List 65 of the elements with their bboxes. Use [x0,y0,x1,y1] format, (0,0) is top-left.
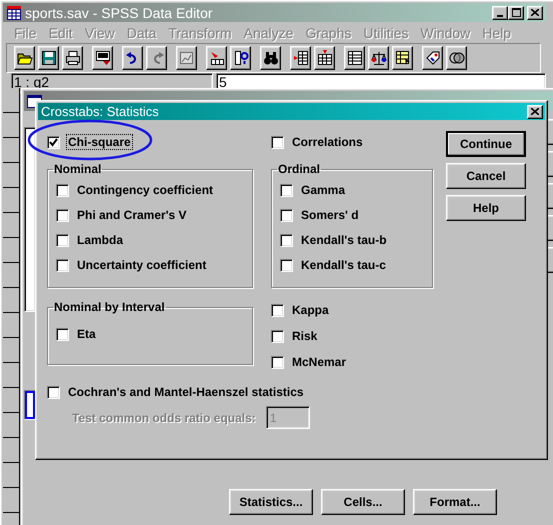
open-folder-icon[interactable] [14,46,35,70]
maximize-button[interactable] [508,6,524,20]
monitor-icon[interactable] [92,46,113,70]
field-label: Test common odds ratio equals: [72,410,256,424]
binoculars-icon[interactable] [260,46,281,70]
checkbox[interactable] [280,258,293,272]
checkbox[interactable] [271,356,284,368]
dialog-button[interactable]: Cancel [446,163,526,189]
circles-icon[interactable] [446,46,467,70]
insert-row-icon[interactable] [290,46,311,70]
minimize-button[interactable] [492,6,508,20]
checkbox[interactable] [56,258,69,272]
checkbox-label: Gamma [300,182,346,198]
dialog-button[interactable]: Statistics... [229,489,313,515]
checkbox-label: Chi-square [66,134,133,150]
checkbox[interactable] [47,136,60,148]
dialog-button[interactable]: Continue [446,131,526,157]
group-title: Nominal by Interval [53,300,166,314]
window-title: Crosstabs: Statistics [41,104,159,119]
close-icon [531,108,539,115]
list-box[interactable] [24,390,36,420]
checkbox-label: Cochran's and Mantel-Haenszel statistics [67,384,305,400]
checkbox[interactable] [56,234,69,246]
scale-icon[interactable] [368,46,389,70]
checkbox-label: Eta [76,326,97,342]
printer-icon[interactable] [62,46,83,70]
checkbox-label: Kendall's tau-c [300,257,387,273]
group-title: Nominal [53,162,102,176]
dialog-button[interactable]: Cells... [321,489,405,515]
group-title: Ordinal [277,162,322,176]
window-title: sports.sav - SPSS Data Editor [25,4,214,20]
checkbox[interactable] [280,184,293,196]
app-icon [6,4,22,20]
checkbox-label: Phi and Cramer's V [76,207,188,223]
grid-pointer-icon[interactable] [392,46,413,70]
close-icon [531,9,539,16]
checkbox[interactable] [56,208,69,222]
checkbox[interactable] [280,208,293,222]
checkbox[interactable] [280,234,293,246]
minimize-icon [497,14,503,16]
table-icon[interactable] [344,46,365,70]
tag-icon[interactable] [422,46,443,70]
variable-info-icon[interactable] [230,46,251,70]
checkbox-label: Kendall's tau-b [300,232,388,248]
close-button[interactable] [527,6,543,20]
checkbox-label: Lambda [76,232,124,248]
checkbox[interactable] [56,328,69,340]
checkbox[interactable] [271,330,284,342]
dialog-button[interactable]: Format... [413,489,497,515]
checkbox[interactable] [56,184,69,196]
checkbox[interactable] [47,386,60,398]
checkbox-label: Risk [291,328,318,344]
close-button[interactable] [527,104,543,118]
maximize-icon [512,8,520,17]
checkbox-label: Contingency coefficient [76,182,214,198]
checkbox-label: Kappa [291,302,330,318]
dialog-button[interactable]: Help [446,195,526,221]
checkbox-label: Somers' d [300,207,360,223]
insert-column-icon[interactable] [314,46,335,70]
checkbox[interactable] [271,304,284,316]
checkbox-label: Correlations [291,134,364,150]
checkbox[interactable] [271,136,284,148]
undo-icon[interactable] [122,46,143,70]
checkbox-label: McNemar [291,354,348,370]
checkbox-label: Uncertainty coefficient [76,257,208,273]
